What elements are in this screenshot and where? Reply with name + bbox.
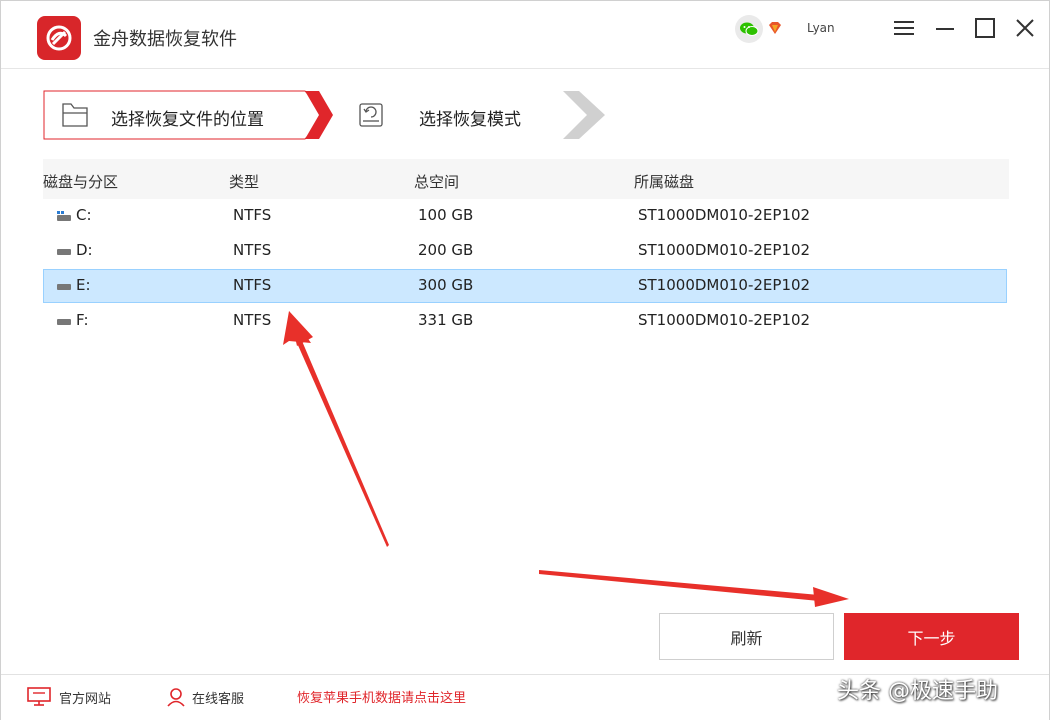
step-select-mode[interactable]: 选择恢复模式 — [321, 90, 611, 140]
cell-type: NTFS — [233, 276, 272, 294]
username[interactable]: Lyan — [807, 21, 835, 35]
table-header: 磁盘与分区 类型 总空间 所属磁盘 — [43, 159, 1009, 199]
table-row[interactable]: D: NTFS 200 GB ST1000DM010-2EP102 — [43, 234, 1007, 268]
official-website-link[interactable]: 官方网站 — [27, 687, 111, 707]
online-support-link[interactable]: 在线客服 — [166, 687, 244, 707]
vip-diamond-icon[interactable] — [767, 20, 783, 36]
cell-disk: ST1000DM010-2EP102 — [638, 311, 811, 329]
arrow-to-next-icon — [539, 570, 849, 607]
app-title: 金舟数据恢复软件 — [93, 29, 237, 50]
table-row[interactable]: C: NTFS 100 GB ST1000DM010-2EP102 — [43, 199, 1007, 233]
cell-drive: C: — [76, 206, 92, 224]
drive-icon — [57, 249, 71, 255]
watermark-text: 头条 @极速手助 — [837, 679, 998, 704]
cell-drive: E: — [76, 276, 91, 294]
cell-type: NTFS — [233, 206, 272, 224]
menu-icon[interactable] — [892, 17, 916, 39]
step-2-label: 选择恢复模式 — [419, 110, 521, 130]
step-1-label: 选择恢复文件的位置 — [111, 110, 264, 130]
cell-drive: D: — [76, 241, 93, 259]
cell-type: NTFS — [233, 241, 272, 259]
header-disk[interactable]: 所属磁盘 — [634, 171, 694, 192]
online-support-label: 在线客服 — [192, 691, 245, 707]
header-size[interactable]: 总空间 — [414, 171, 459, 192]
table-row-selected[interactable]: E: NTFS 300 GB ST1000DM010-2EP102 — [43, 269, 1007, 303]
cell-size: 200 GB — [418, 241, 474, 259]
title-bar: 金舟数据恢复软件 Lyan — [1, 1, 1049, 69]
apple-recovery-link[interactable]: 恢复苹果手机数据请点击这里 — [297, 687, 466, 706]
system-drive-icon — [57, 211, 71, 221]
cell-drive: F: — [76, 311, 89, 329]
step-select-location[interactable]: 选择恢复文件的位置 — [43, 90, 333, 140]
official-website-label: 官方网站 — [59, 691, 112, 707]
cell-disk: ST1000DM010-2EP102 — [638, 276, 811, 294]
cell-disk: ST1000DM010-2EP102 — [638, 206, 811, 224]
cell-size: 300 GB — [418, 276, 474, 294]
minimize-icon[interactable] — [933, 17, 957, 39]
header-type[interactable]: 类型 — [229, 171, 259, 192]
cell-size: 100 GB — [418, 206, 474, 224]
folder-icon — [62, 103, 88, 127]
cell-type: NTFS — [233, 311, 272, 329]
drive-icon — [57, 284, 71, 290]
refresh-button[interactable]: 刷新 — [659, 613, 834, 660]
wechat-icon[interactable] — [735, 15, 763, 43]
next-button[interactable]: 下一步 — [844, 613, 1019, 660]
close-icon[interactable] — [1013, 17, 1037, 39]
app-logo-icon — [37, 16, 81, 60]
cell-size: 331 GB — [418, 311, 474, 329]
monitor-icon — [27, 687, 51, 706]
app-window: 金舟数据恢复软件 Lyan 选择恢复文件的位置 选择恢复模式 磁盘与分区 类型 … — [0, 0, 1050, 720]
header-partition[interactable]: 磁盘与分区 — [43, 171, 118, 192]
table-row[interactable]: F: NTFS 331 GB ST1000DM010-2EP102 — [43, 304, 1007, 338]
user-icon — [167, 688, 185, 707]
arrow-to-row-icon — [283, 311, 389, 547]
maximize-icon[interactable] — [973, 17, 997, 39]
drive-icon — [57, 319, 71, 325]
restore-disk-icon — [359, 103, 383, 127]
cell-disk: ST1000DM010-2EP102 — [638, 241, 811, 259]
